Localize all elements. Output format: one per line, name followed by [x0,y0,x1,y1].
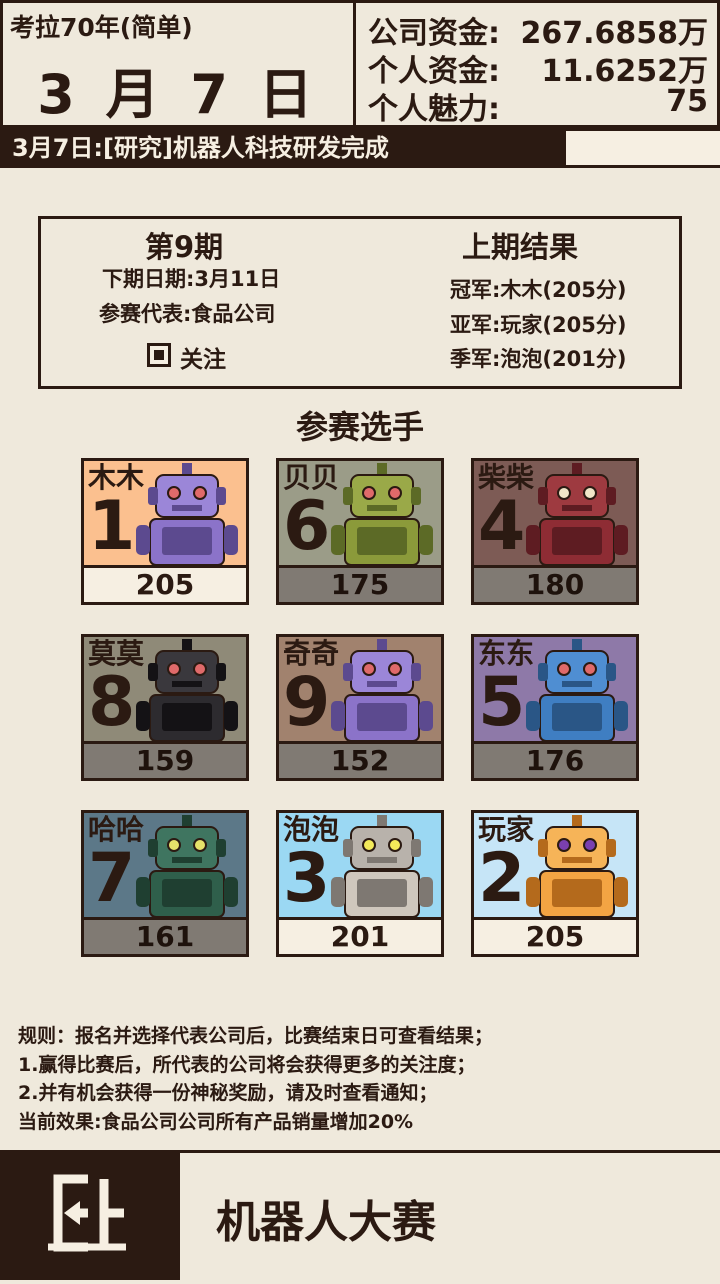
robot-icon [331,463,433,565]
champion: 冠军:木木(205分) [450,278,627,302]
player-portrait: 泡泡 3 [279,813,441,917]
player-card[interactable]: 奇奇 9 152 [276,634,444,781]
game-title: 考拉70年(简单) [10,13,193,42]
player-score: 152 [279,741,441,778]
next-date: 下期日期:3月11日 [102,267,281,291]
player-score: 205 [474,917,636,954]
player-portrait: 贝贝 6 [279,461,441,565]
player-score: 175 [279,565,441,602]
player-number: 1 [88,487,136,566]
player-card[interactable]: 哈哈 7 161 [81,810,249,957]
robot-icon [136,815,238,917]
player-card[interactable]: 泡泡 3 201 [276,810,444,957]
player-card[interactable]: 柴柴 4 180 [471,458,639,605]
player-score: 159 [84,741,246,778]
robot-icon [136,639,238,741]
player-score: 176 [474,741,636,778]
player-score: 180 [474,565,636,602]
player-score: 201 [279,917,441,954]
player-portrait: 莫莫 8 [84,637,246,741]
exit-door-icon [48,1174,126,1252]
robot-icon [331,639,433,741]
player-portrait: 东东 5 [474,637,636,741]
player-portrait: 奇奇 9 [279,637,441,741]
player-card[interactable]: 东东 5 176 [471,634,639,781]
robot-icon [526,639,628,741]
player-number: 7 [88,839,136,918]
players-title: 参赛选手 [295,408,424,446]
charm-label: 个人魅力: [368,92,500,127]
robot-icon [526,463,628,565]
player-number: 4 [478,487,526,566]
third-place: 季军:泡泡(201分) [450,347,627,371]
player-number: 8 [88,663,136,742]
footer-title: 机器人大赛 [216,1197,436,1248]
player-number: 9 [283,663,331,742]
follow-label[interactable]: 关注 [180,340,226,374]
news-ticker[interactable]: 3月7日:[研究]机器人科技研发完成 [0,128,568,168]
player-number: 6 [283,487,331,566]
player-card[interactable]: 玩家 2 205 [471,810,639,957]
player-portrait: 柴柴 4 [474,461,636,565]
company-funds-row: 公司资金: 267.6858万 [368,8,708,51]
player-card[interactable]: 莫莫 8 159 [81,634,249,781]
exit-button[interactable] [0,1153,180,1280]
robot-icon [526,815,628,917]
follow-check-mark [154,350,164,360]
player-card[interactable]: 贝贝 6 175 [276,458,444,605]
player-number: 5 [478,663,526,742]
charm-value: 75 [666,84,708,119]
rules-line: 2.并有机会获得一份神秘奖励，请及时查看通知； [18,1082,438,1105]
rules-line: 当前效果:食品公司公司所有产品销量增加20% [18,1110,414,1133]
representative: 参赛代表:食品公司 [99,302,276,326]
rules-line: 1.赢得比赛后，所代表的公司将会获得更多的关注度； [18,1053,476,1076]
player-portrait: 哈哈 7 [84,813,246,917]
player-number: 3 [283,839,331,918]
player-number: 2 [478,839,526,918]
period-title: 第9期 [145,230,224,264]
runner-up: 亚军:玩家(205分) [450,313,627,337]
news-ticker-tail [566,128,720,168]
player-portrait: 玩家 2 [474,813,636,917]
rules-text: 规则：报名并选择代表公司后，比赛结束日可查看结果； 1.赢得比赛后，所代表的公司… [18,1022,708,1136]
player-card[interactable]: 木木 1 205 [81,458,249,605]
player-score: 161 [84,917,246,954]
player-portrait: 木木 1 [84,461,246,565]
current-date: 3 月 7 日 [37,63,319,126]
last-result-title: 上期结果 [462,230,579,264]
robot-icon [136,463,238,565]
follow-checkbox[interactable] [147,343,171,367]
personal-funds-row: 个人资金: 11.6252万 [368,46,708,89]
rules-line: 规则：报名并选择代表公司后，比赛结束日可查看结果； [18,1025,494,1047]
charm-row: 个人魅力: 75 [368,84,708,127]
player-score: 205 [84,565,246,602]
robot-icon [331,815,433,917]
